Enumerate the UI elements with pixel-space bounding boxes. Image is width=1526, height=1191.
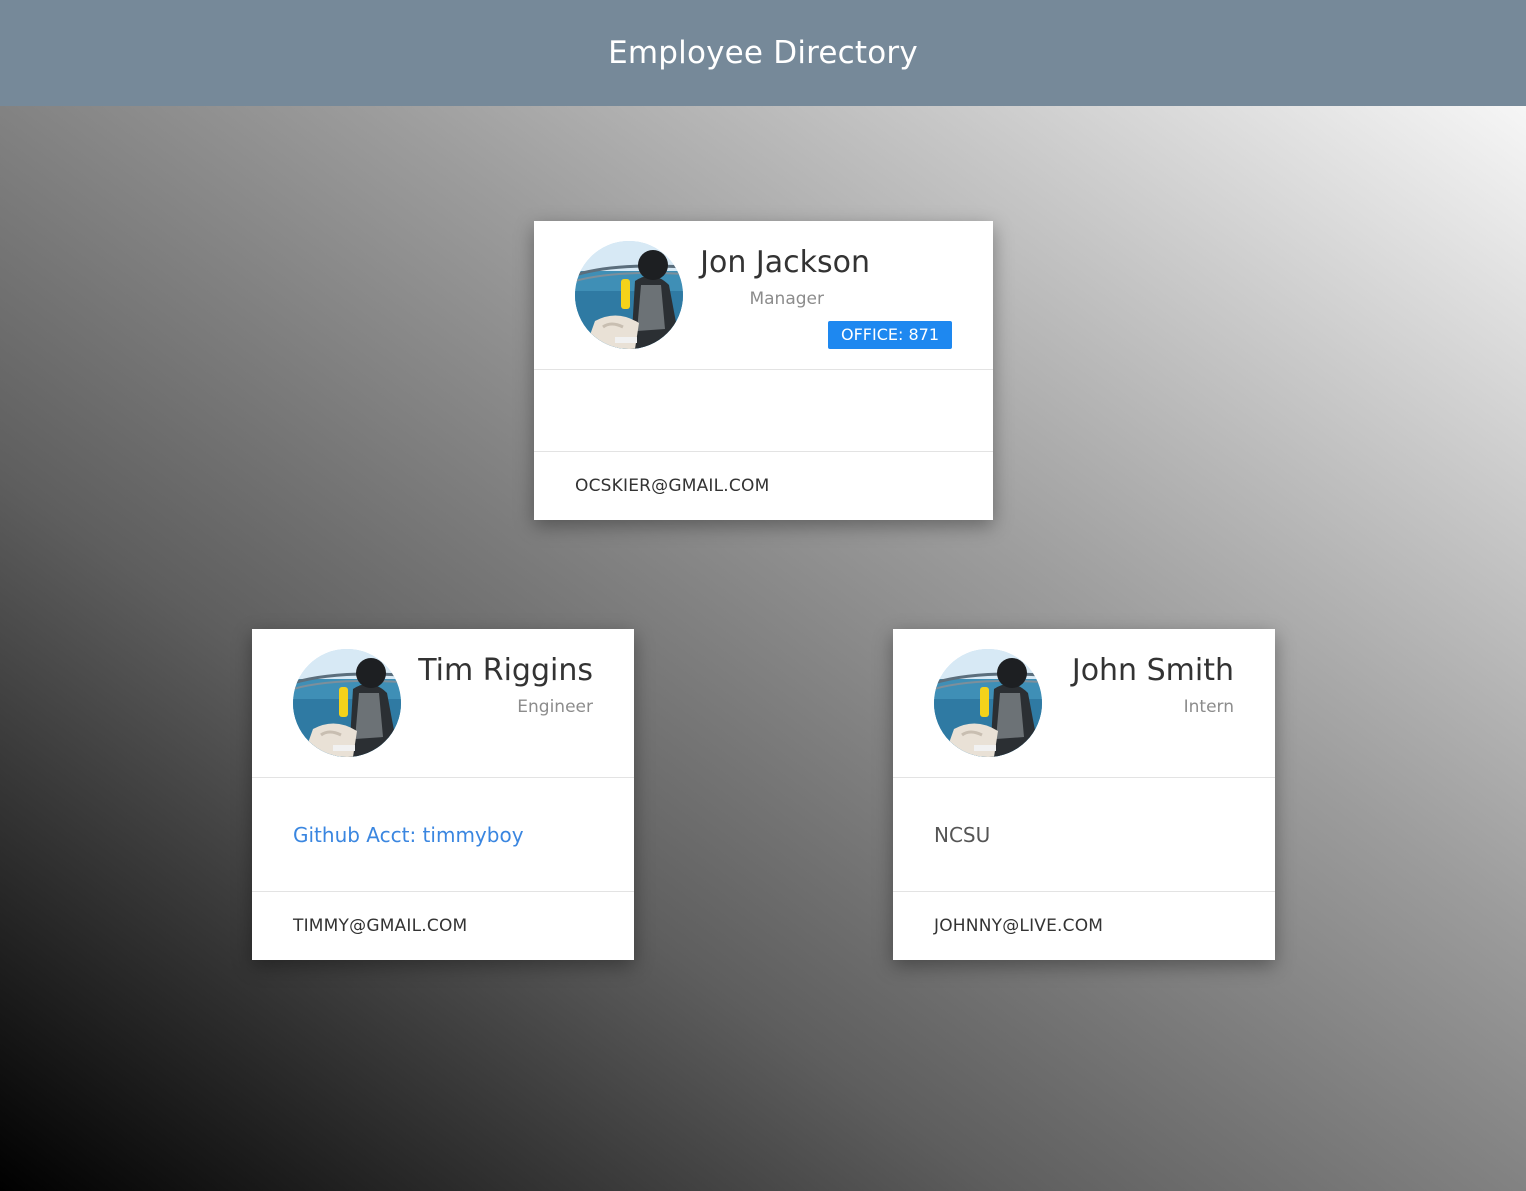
avatar-photo-icon — [934, 649, 1042, 757]
card-footer: JOHNNY@LIVE.COM — [893, 892, 1275, 960]
card-header: Jon Jackson Manager OFFICE: 871 — [534, 221, 993, 370]
employee-name: Jon Jackson — [700, 245, 870, 280]
card-footer: OCSKIER@GMAIL.COM — [534, 452, 993, 520]
school-text: NCSU — [934, 822, 991, 847]
card-body — [534, 370, 993, 452]
employee-card-john-smith: John Smith Intern NCSU JOHNNY@LIVE.COM — [893, 629, 1275, 960]
avatar — [575, 241, 683, 349]
employee-name: John Smith — [1071, 653, 1234, 688]
card-footer: TIMMY@GMAIL.COM — [252, 892, 634, 960]
card-header: Tim Riggins Engineer — [252, 629, 634, 778]
employee-name: Tim Riggins — [418, 653, 593, 688]
employee-card-jon-jackson: Jon Jackson Manager OFFICE: 871 OCSKIER@… — [534, 221, 993, 520]
card-body: NCSU — [893, 778, 1275, 892]
employee-email: OCSKIER@GMAIL.COM — [575, 476, 770, 496]
employee-title: Engineer — [517, 697, 593, 717]
app-header: Employee Directory — [0, 0, 1526, 106]
employee-email: TIMMY@GMAIL.COM — [293, 916, 468, 936]
card-body: Github Acct: timmyboy — [252, 778, 634, 892]
employee-title: Intern — [1183, 697, 1234, 717]
office-badge: OFFICE: 871 — [827, 321, 952, 349]
directory-stage: Jon Jackson Manager OFFICE: 871 OCSKIER@… — [0, 106, 1526, 1191]
card-header: John Smith Intern — [893, 629, 1275, 778]
employee-title: Manager — [749, 289, 824, 309]
github-link[interactable]: Github Acct: timmyboy — [293, 823, 524, 847]
avatar-photo-icon — [575, 241, 683, 349]
avatar — [293, 649, 401, 757]
page-title: Employee Directory — [608, 35, 918, 71]
employee-email: JOHNNY@LIVE.COM — [934, 916, 1104, 936]
employee-card-tim-riggins: Tim Riggins Engineer Github Acct: timmyb… — [252, 629, 634, 960]
avatar-photo-icon — [293, 649, 401, 757]
avatar — [934, 649, 1042, 757]
